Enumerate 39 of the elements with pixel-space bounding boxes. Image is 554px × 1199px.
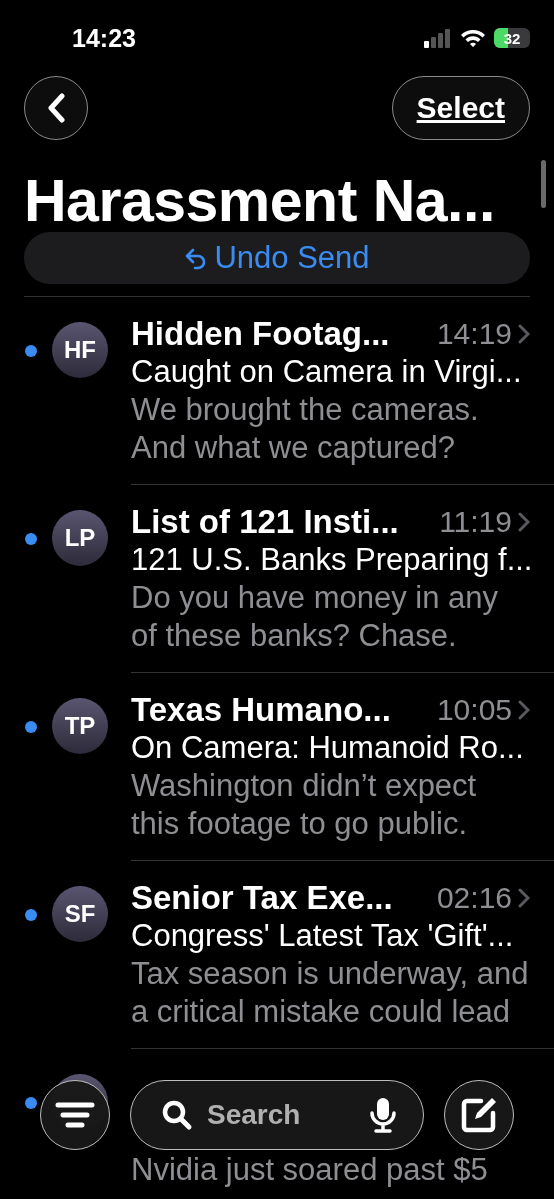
message-subject: 121 U.S. Banks Preparing f... bbox=[131, 541, 530, 579]
message-preview: Nvidia just soared past $5 bbox=[131, 1151, 489, 1189]
message-subject: Congress' Latest Tax 'Gift'... bbox=[131, 917, 515, 955]
select-button[interactable]: Select bbox=[391, 76, 530, 140]
chevron-icon bbox=[518, 512, 530, 532]
chevron-icon bbox=[518, 700, 530, 720]
sender-name: List of 121 Insti... bbox=[131, 503, 400, 541]
signal-icon bbox=[424, 28, 452, 48]
chevron-icon bbox=[518, 324, 530, 344]
message-time: 02:16 bbox=[436, 881, 512, 915]
mailbox-title: Harassment Na... bbox=[24, 170, 495, 232]
filter-icon bbox=[55, 1102, 95, 1128]
message-preview: We brought the cameras. And what we captured? bbox=[131, 391, 480, 467]
back-icon bbox=[47, 93, 65, 123]
message-preview: Washington didn’t expect this footage to go public. bbox=[131, 767, 478, 843]
undo-send-button[interactable]: Undo Send bbox=[24, 232, 530, 284]
wifi-icon bbox=[460, 28, 486, 48]
sender-avatar: LP bbox=[52, 510, 108, 566]
search-field[interactable]: Search bbox=[205, 1098, 357, 1132]
scroll-bar bbox=[541, 160, 546, 208]
message-time: 14:19 bbox=[436, 317, 512, 351]
status-time: 14:23 bbox=[72, 23, 136, 53]
message-subject: On Camera: Humanoid Ro... bbox=[131, 729, 525, 767]
chevron-icon bbox=[518, 888, 530, 908]
microphone-icon[interactable] bbox=[369, 1097, 397, 1133]
sender-avatar: HF bbox=[52, 322, 108, 378]
sender-avatar: SF bbox=[52, 886, 108, 942]
compose-icon bbox=[459, 1095, 499, 1135]
message-time: 10:05 bbox=[436, 693, 512, 727]
message-preview: Do you have money in any of these banks? Chase. bbox=[131, 579, 500, 655]
sender-name: Senior Tax Exe... bbox=[131, 879, 394, 917]
message-subject: Caught on Camera in Virgi... bbox=[131, 353, 523, 391]
message-time: 11:19 bbox=[439, 505, 512, 539]
search-icon bbox=[161, 1099, 193, 1131]
sender-avatar: TP bbox=[52, 698, 108, 754]
sender-name: Texas Humano... bbox=[131, 691, 392, 729]
search-bar[interactable]: Search bbox=[130, 1080, 424, 1150]
message-preview: Tax season is underway, and a critical mistake could lead bbox=[131, 955, 530, 1031]
sender-name: Hidden Footag... bbox=[131, 315, 391, 353]
